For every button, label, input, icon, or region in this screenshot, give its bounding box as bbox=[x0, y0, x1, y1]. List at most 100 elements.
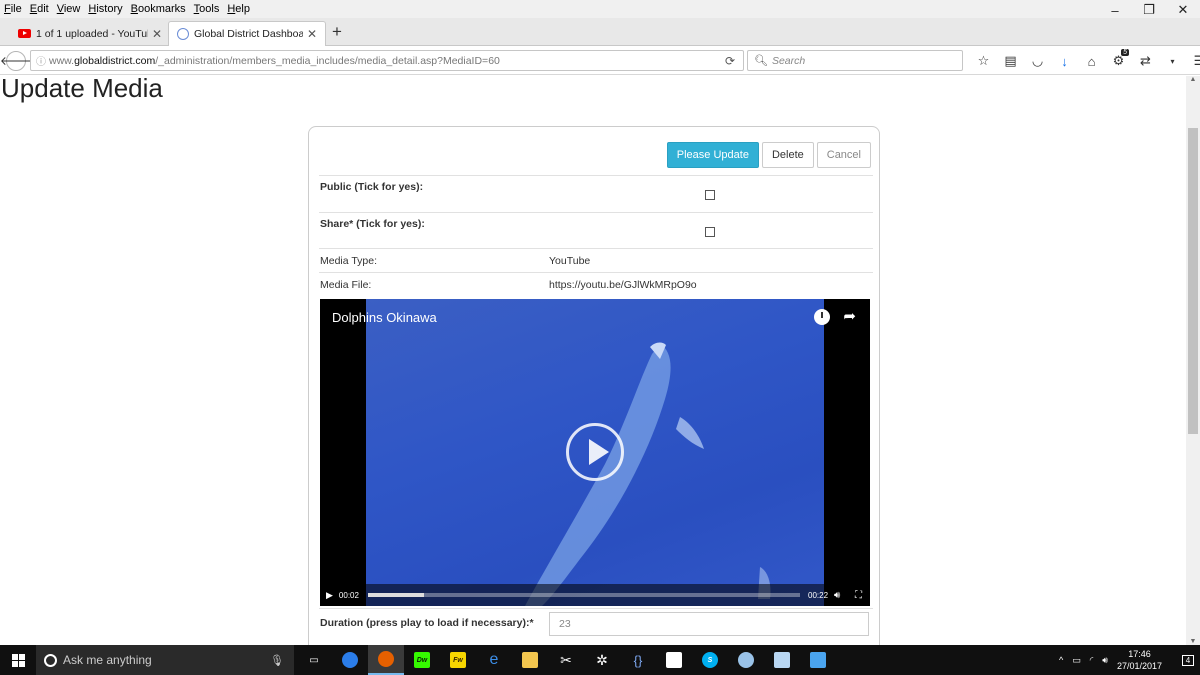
video-player[interactable]: Dolphins Okinawa ➦ ▶ 00:02 00:22 🔊︎ ⛶ bbox=[320, 299, 870, 606]
search-bar[interactable]: 🔍︎ Search bbox=[747, 50, 963, 71]
microphone-icon[interactable]: 🎙︎ bbox=[270, 654, 284, 667]
public-row: Public (Tick for yes): bbox=[319, 175, 873, 212]
close-window-button[interactable]: ✕ bbox=[1166, 0, 1200, 20]
menu-bookmarks[interactable]: Bookmarks bbox=[131, 3, 186, 15]
extension-icon[interactable]: ⚙ 5 bbox=[1105, 49, 1132, 71]
hamburger-menu-icon[interactable]: ☰ bbox=[1186, 51, 1200, 71]
restore-button[interactable]: ❐ bbox=[1132, 0, 1166, 20]
share-icon[interactable]: ➦ bbox=[843, 307, 856, 325]
taskbar-apps: ▭ Dw Fw e ✂ ✲ {} S bbox=[296, 645, 836, 675]
current-time: 00:02 bbox=[338, 590, 359, 600]
tab-title: Global District Dashboard bbox=[194, 28, 303, 40]
url-prefix: www. bbox=[49, 54, 75, 67]
skype-icon[interactable]: S bbox=[692, 645, 728, 675]
menu-edit[interactable]: Edit bbox=[30, 3, 49, 15]
fireworks-icon[interactable]: Fw bbox=[440, 645, 476, 675]
new-tab-button[interactable]: + bbox=[332, 22, 342, 42]
volume-tray-icon[interactable]: 🔊︎ bbox=[1102, 655, 1108, 666]
window-controls: – ❐ ✕ bbox=[1098, 0, 1200, 20]
info-icon[interactable]: ⓘ bbox=[33, 53, 49, 68]
media-file-value: https://youtu.be/GJlWkMRpO9o bbox=[549, 279, 697, 291]
video-progress-bar[interactable] bbox=[368, 593, 800, 597]
share-row: Share* (Tick for yes): bbox=[319, 212, 873, 249]
scroll-up-icon[interactable]: ▲ bbox=[1186, 76, 1200, 83]
total-time: 00:22 bbox=[808, 590, 829, 600]
share-checkbox[interactable] bbox=[705, 227, 715, 237]
store-icon[interactable] bbox=[656, 645, 692, 675]
tools-icon[interactable]: ✂ bbox=[548, 645, 584, 675]
page-viewport: Update Media Please Update Delete Cancel… bbox=[0, 76, 1186, 645]
scrollbar-thumb[interactable] bbox=[1188, 128, 1198, 434]
home-icon[interactable]: ⌂ bbox=[1078, 51, 1105, 71]
toolbar-icons: ☆ ▤ ◡ ↓ ⌂ ⚙ 5 ⇄ ▾ ☰ bbox=[970, 49, 1200, 71]
cancel-button[interactable]: Cancel bbox=[816, 142, 871, 168]
public-label: Public (Tick for yes): bbox=[320, 181, 424, 193]
code-icon[interactable]: {} bbox=[620, 645, 656, 675]
minimize-button[interactable]: – bbox=[1098, 0, 1132, 20]
media-type-value: YouTube bbox=[549, 255, 591, 267]
notifications-icon[interactable]: 4 bbox=[1176, 645, 1200, 675]
tab-youtube[interactable]: 1 of 1 uploaded - YouTube ✕ bbox=[10, 21, 170, 46]
window-icon[interactable] bbox=[800, 645, 836, 675]
globe-icon bbox=[177, 28, 189, 40]
battery-icon[interactable]: ▭ bbox=[1072, 655, 1081, 666]
menu-bar: File Edit View History Bookmarks Tools H… bbox=[0, 0, 1200, 18]
clock[interactable]: 17:46 27/01/2017 bbox=[1117, 648, 1162, 672]
clock-time: 17:46 bbox=[1128, 649, 1151, 659]
duration-row: Duration (press play to load if necessar… bbox=[319, 608, 873, 640]
scroll-down-icon[interactable]: ▼ bbox=[1186, 638, 1200, 645]
notepad-icon[interactable] bbox=[764, 645, 800, 675]
task-view-icon[interactable]: ▭ bbox=[296, 645, 332, 675]
cortana-placeholder: Ask me anything bbox=[63, 653, 152, 667]
cortana-icon bbox=[44, 653, 57, 667]
share-extension-icon[interactable]: ⇄ bbox=[1132, 51, 1159, 71]
youtube-icon bbox=[18, 29, 31, 38]
search-placeholder: Search bbox=[771, 54, 806, 67]
menu-tools[interactable]: Tools bbox=[194, 3, 220, 15]
pocket-icon[interactable]: ◡ bbox=[1024, 51, 1051, 71]
edge-icon[interactable]: e bbox=[476, 645, 512, 675]
play-icon[interactable] bbox=[566, 423, 624, 481]
search-icon: 🔍︎ bbox=[754, 55, 768, 67]
show-hidden-icons-icon[interactable]: ^ bbox=[1059, 655, 1063, 665]
reload-icon[interactable]: ⟳ bbox=[725, 54, 735, 68]
globe-icon[interactable] bbox=[728, 645, 764, 675]
close-tab-icon[interactable]: ✕ bbox=[307, 27, 317, 41]
close-tab-icon[interactable]: ✕ bbox=[152, 27, 162, 41]
menu-history[interactable]: History bbox=[88, 3, 122, 15]
settings-icon[interactable]: ✲ bbox=[584, 645, 620, 675]
fullscreen-icon[interactable]: ⛶ bbox=[855, 590, 862, 601]
delete-button[interactable]: Delete bbox=[761, 142, 814, 168]
public-checkbox[interactable] bbox=[705, 190, 715, 200]
update-button[interactable]: Please Update bbox=[666, 142, 759, 168]
page-scrollbar[interactable]: ▲ ▼ bbox=[1186, 76, 1200, 645]
watch-later-icon[interactable] bbox=[814, 309, 830, 325]
menu-help[interactable]: Help bbox=[227, 3, 250, 15]
download-icon[interactable]: ↓ bbox=[1051, 51, 1078, 71]
firefox-icon[interactable] bbox=[368, 645, 404, 675]
chrome-icon[interactable] bbox=[332, 645, 368, 675]
taskbar: Ask me anything 🎙︎ ▭ Dw Fw e ✂ ✲ {} S ^ … bbox=[0, 645, 1200, 675]
back-button[interactable]: 🡐 bbox=[0, 50, 32, 71]
dreamweaver-icon[interactable]: Dw bbox=[404, 645, 440, 675]
bookmarks-library-icon[interactable]: ▤ bbox=[997, 51, 1024, 71]
cortana-search[interactable]: Ask me anything 🎙︎ bbox=[36, 645, 294, 675]
overflow-chevron-icon[interactable]: ▾ bbox=[1159, 51, 1186, 71]
duration-input[interactable]: 23 bbox=[549, 612, 869, 636]
start-button[interactable] bbox=[0, 645, 36, 675]
url-bar[interactable]: ⓘ www. globaldistrict.com/_administration… bbox=[30, 50, 744, 71]
volume-icon[interactable]: 🔊︎ bbox=[834, 590, 840, 601]
media-type-label: Media Type: bbox=[320, 255, 378, 267]
media-file-row: Media File: https://youtu.be/GJlWkMRpO9o bbox=[319, 272, 873, 298]
play-small-icon[interactable]: ▶ bbox=[326, 590, 333, 601]
clock-date: 27/01/2017 bbox=[1116, 661, 1162, 671]
media-type-row: Media Type: YouTube bbox=[319, 248, 873, 272]
menu-view[interactable]: View bbox=[57, 3, 81, 15]
menu-file[interactable]: File bbox=[4, 3, 22, 15]
wifi-icon[interactable]: ◜ bbox=[1090, 655, 1094, 666]
tab-global-district[interactable]: Global District Dashboard ✕ bbox=[168, 21, 326, 46]
bookmark-star-icon[interactable]: ☆ bbox=[970, 51, 997, 71]
arrow-left-icon: 🡐 bbox=[0, 54, 33, 68]
media-file-label: Media File: bbox=[320, 279, 372, 291]
file-explorer-icon[interactable] bbox=[512, 645, 548, 675]
